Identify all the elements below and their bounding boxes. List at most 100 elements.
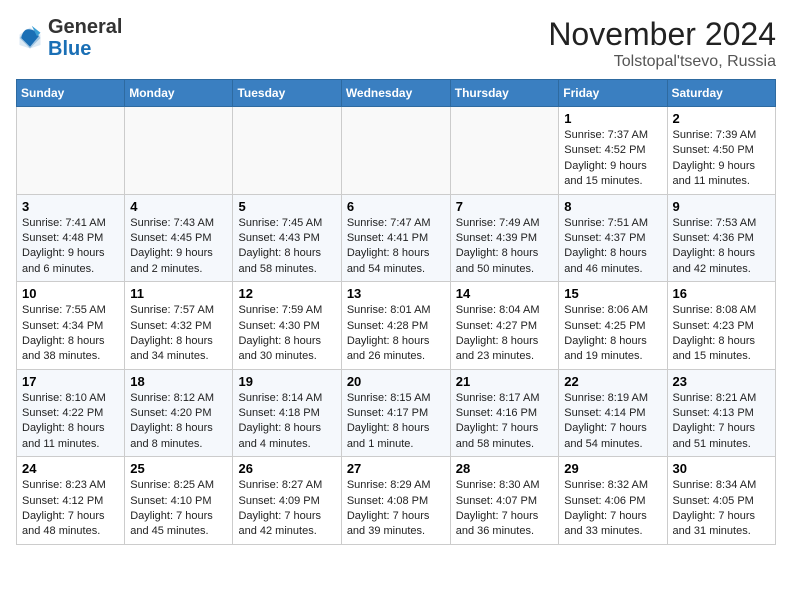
day-number: 2: [673, 111, 771, 126]
day-number: 26: [238, 461, 335, 476]
day-detail: Sunrise: 8:08 AM Sunset: 4:23 PM Dayligh…: [673, 303, 771, 365]
day-number: 29: [564, 461, 661, 476]
header-day-saturday: Saturday: [667, 80, 776, 107]
day-detail: Sunrise: 8:25 AM Sunset: 4:10 PM Dayligh…: [130, 478, 227, 540]
day-detail: Sunrise: 7:59 AM Sunset: 4:30 PM Dayligh…: [238, 303, 335, 365]
day-number: 5: [238, 199, 335, 214]
calendar-cell: 1 Sunrise: 7:37 AM Sunset: 4:52 PM Daylig…: [559, 107, 667, 195]
day-number: 11: [130, 286, 227, 301]
calendar-cell: [341, 107, 450, 195]
calendar-cell: 9Sunrise: 7:53 AM Sunset: 4:36 PM Daylig…: [667, 194, 776, 282]
calendar: SundayMondayTuesdayWednesdayThursdayFrid…: [16, 79, 776, 545]
calendar-cell: 4Sunrise: 7:43 AM Sunset: 4:45 PM Daylig…: [125, 194, 233, 282]
calendar-cell: 15 Sunrise: 8:06 AM Sunset: 4:25 PM Dayli…: [559, 282, 667, 370]
week-row-5: 24 Sunrise: 8:23 AM Sunset: 4:12 PM Dayli…: [17, 457, 776, 545]
title-block: November 2024 Tolstopal'tsevo, Russia: [548, 16, 776, 71]
day-number: 23: [673, 374, 771, 389]
page-header: General Blue November 2024 Tolstopal'tse…: [16, 16, 776, 71]
calendar-body: 1 Sunrise: 7:37 AM Sunset: 4:52 PM Daylig…: [17, 107, 776, 545]
header-day-monday: Monday: [125, 80, 233, 107]
day-detail: Sunrise: 8:32 AM Sunset: 4:06 PM Dayligh…: [564, 478, 661, 540]
day-number: 8: [564, 199, 661, 214]
day-number: 13: [347, 286, 445, 301]
day-number: 10: [22, 286, 119, 301]
calendar-cell: 8Sunrise: 7:51 AM Sunset: 4:37 PM Daylig…: [559, 194, 667, 282]
calendar-cell: 27 Sunrise: 8:29 AM Sunset: 4:08 PM Dayli…: [341, 457, 450, 545]
calendar-cell: [233, 107, 341, 195]
calendar-cell: 14Sunrise: 8:04 AM Sunset: 4:27 PM Dayli…: [450, 282, 559, 370]
header-day-sunday: Sunday: [17, 80, 125, 107]
calendar-cell: 10Sunrise: 7:55 AM Sunset: 4:34 PM Dayli…: [17, 282, 125, 370]
calendar-cell: 23 Sunrise: 8:21 AM Sunset: 4:13 PM Dayli…: [667, 369, 776, 457]
calendar-cell: 16 Sunrise: 8:08 AM Sunset: 4:23 PM Dayli…: [667, 282, 776, 370]
day-detail: Sunrise: 8:23 AM Sunset: 4:12 PM Dayligh…: [22, 478, 119, 540]
day-detail: Sunrise: 7:41 AM Sunset: 4:48 PM Dayligh…: [22, 216, 119, 278]
calendar-cell: 24 Sunrise: 8:23 AM Sunset: 4:12 PM Dayli…: [17, 457, 125, 545]
header-row: SundayMondayTuesdayWednesdayThursdayFrid…: [17, 80, 776, 107]
day-number: 22: [564, 374, 661, 389]
logo-icon: [16, 24, 44, 52]
header-day-friday: Friday: [559, 80, 667, 107]
day-number: 27: [347, 461, 445, 476]
day-detail: Sunrise: 7:49 AM Sunset: 4:39 PM Dayligh…: [456, 216, 554, 278]
day-number: 19: [238, 374, 335, 389]
day-detail: Sunrise: 8:04 AM Sunset: 4:27 PM Dayligh…: [456, 303, 554, 365]
day-detail: Sunrise: 8:21 AM Sunset: 4:13 PM Dayligh…: [673, 391, 771, 453]
day-detail: Sunrise: 8:17 AM Sunset: 4:16 PM Dayligh…: [456, 391, 554, 453]
day-number: 3: [22, 199, 119, 214]
calendar-cell: 22 Sunrise: 8:19 AM Sunset: 4:14 PM Dayli…: [559, 369, 667, 457]
day-detail: Sunrise: 8:30 AM Sunset: 4:07 PM Dayligh…: [456, 478, 554, 540]
day-detail: Sunrise: 8:10 AM Sunset: 4:22 PM Dayligh…: [22, 391, 119, 453]
day-number: 25: [130, 461, 227, 476]
calendar-cell: 13 Sunrise: 8:01 AM Sunset: 4:28 PM Dayli…: [341, 282, 450, 370]
day-number: 24: [22, 461, 119, 476]
calendar-cell: 29 Sunrise: 8:32 AM Sunset: 4:06 PM Dayli…: [559, 457, 667, 545]
header-day-thursday: Thursday: [450, 80, 559, 107]
day-detail: Sunrise: 7:39 AM Sunset: 4:50 PM Dayligh…: [673, 128, 771, 190]
calendar-cell: 17 Sunrise: 8:10 AM Sunset: 4:22 PM Dayli…: [17, 369, 125, 457]
day-detail: Sunrise: 8:01 AM Sunset: 4:28 PM Dayligh…: [347, 303, 445, 365]
day-detail: Sunrise: 8:29 AM Sunset: 4:08 PM Dayligh…: [347, 478, 445, 540]
day-number: 9: [673, 199, 771, 214]
day-number: 4: [130, 199, 227, 214]
calendar-cell: 7 Sunrise: 7:49 AM Sunset: 4:39 PM Daylig…: [450, 194, 559, 282]
day-number: 20: [347, 374, 445, 389]
calendar-cell: 20Sunrise: 8:15 AM Sunset: 4:17 PM Dayli…: [341, 369, 450, 457]
day-number: 18: [130, 374, 227, 389]
calendar-cell: 21 Sunrise: 8:17 AM Sunset: 4:16 PM Dayli…: [450, 369, 559, 457]
logo: General Blue: [16, 16, 122, 60]
week-row-2: 3 Sunrise: 7:41 AM Sunset: 4:48 PM Daylig…: [17, 194, 776, 282]
day-detail: Sunrise: 7:45 AM Sunset: 4:43 PM Dayligh…: [238, 216, 335, 278]
logo-text: General Blue: [48, 16, 122, 60]
day-number: 7: [456, 199, 554, 214]
calendar-cell: [17, 107, 125, 195]
day-number: 16: [673, 286, 771, 301]
week-row-3: 10Sunrise: 7:55 AM Sunset: 4:34 PM Dayli…: [17, 282, 776, 370]
calendar-cell: 2 Sunrise: 7:39 AM Sunset: 4:50 PM Daylig…: [667, 107, 776, 195]
day-detail: Sunrise: 8:27 AM Sunset: 4:09 PM Dayligh…: [238, 478, 335, 540]
calendar-cell: 12 Sunrise: 7:59 AM Sunset: 4:30 PM Dayli…: [233, 282, 341, 370]
calendar-cell: 5 Sunrise: 7:45 AM Sunset: 4:43 PM Daylig…: [233, 194, 341, 282]
day-number: 12: [238, 286, 335, 301]
day-number: 1: [564, 111, 661, 126]
calendar-cell: [125, 107, 233, 195]
day-number: 17: [22, 374, 119, 389]
day-detail: Sunrise: 7:37 AM Sunset: 4:52 PM Dayligh…: [564, 128, 661, 190]
month-title: November 2024: [548, 16, 776, 53]
day-detail: Sunrise: 7:47 AM Sunset: 4:41 PM Dayligh…: [347, 216, 445, 278]
calendar-header: SundayMondayTuesdayWednesdayThursdayFrid…: [17, 80, 776, 107]
week-row-4: 17 Sunrise: 8:10 AM Sunset: 4:22 PM Dayli…: [17, 369, 776, 457]
day-detail: Sunrise: 8:19 AM Sunset: 4:14 PM Dayligh…: [564, 391, 661, 453]
calendar-cell: 28 Sunrise: 8:30 AM Sunset: 4:07 PM Dayli…: [450, 457, 559, 545]
day-number: 28: [456, 461, 554, 476]
calendar-cell: [450, 107, 559, 195]
calendar-cell: 6Sunrise: 7:47 AM Sunset: 4:41 PM Daylig…: [341, 194, 450, 282]
day-detail: Sunrise: 7:57 AM Sunset: 4:32 PM Dayligh…: [130, 303, 227, 365]
calendar-cell: 30Sunrise: 8:34 AM Sunset: 4:05 PM Dayli…: [667, 457, 776, 545]
header-day-wednesday: Wednesday: [341, 80, 450, 107]
day-detail: Sunrise: 8:14 AM Sunset: 4:18 PM Dayligh…: [238, 391, 335, 453]
day-number: 21: [456, 374, 554, 389]
calendar-cell: 18Sunrise: 8:12 AM Sunset: 4:20 PM Dayli…: [125, 369, 233, 457]
day-detail: Sunrise: 8:06 AM Sunset: 4:25 PM Dayligh…: [564, 303, 661, 365]
day-number: 15: [564, 286, 661, 301]
